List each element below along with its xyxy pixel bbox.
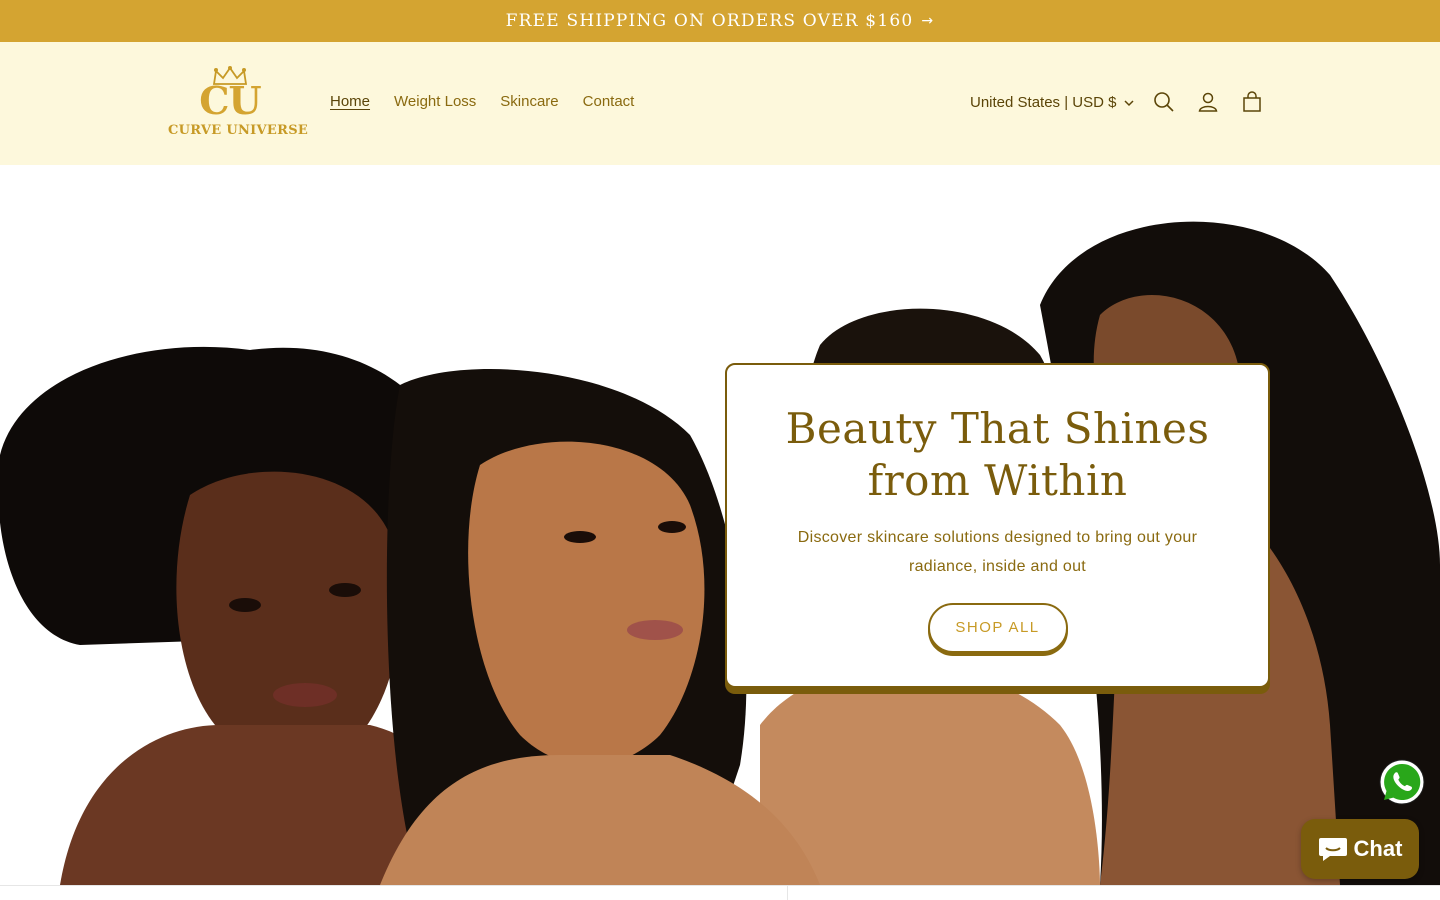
main-nav: Home Weight Loss Skincare Contact [318, 92, 646, 112]
hero-subtitle-line-1: Discover skincare solutions designed to … [797, 529, 1198, 546]
site-header: CU CURVE UNIVERSE Home Weight Loss Skinc… [0, 42, 1440, 165]
whatsapp-icon[interactable] [1378, 758, 1426, 806]
shop-all-button[interactable]: SHOP ALL [927, 603, 1068, 653]
logo-wordmark: CURVE UNIVERSE [168, 123, 309, 138]
announcement-bar[interactable]: FREE SHIPPING ON ORDERS OVER $160 → [0, 0, 1440, 42]
announcement-text: FREE SHIPPING ON ORDERS OVER $160 [505, 11, 914, 31]
logo-monogram: CU [199, 78, 261, 123]
hero-title: Beauty That Shines from Within [727, 403, 1268, 507]
hero-title-line-2: from Within [867, 456, 1128, 505]
nav-item-contact[interactable]: Contact [571, 92, 647, 112]
account-icon[interactable] [1196, 90, 1220, 114]
nav-item-weight-loss[interactable]: Weight Loss [382, 92, 488, 112]
chevron-down-icon [1124, 99, 1134, 106]
section-divider [0, 885, 1440, 900]
nav-item-skincare[interactable]: Skincare [488, 92, 570, 112]
column-divider [787, 886, 788, 900]
hero-subtitle-line-2: radiance, inside and out [908, 558, 1087, 575]
hero-subtitle: Discover skincare solutions designed to … [778, 523, 1218, 581]
arrow-right-icon: → [921, 13, 935, 29]
locale-selector[interactable]: United States | USD $ [970, 94, 1134, 111]
cart-icon[interactable] [1240, 90, 1264, 114]
logo[interactable]: CU CURVE UNIVERSE [168, 66, 309, 142]
chat-button[interactable]: Chat [1301, 819, 1419, 879]
search-icon[interactable] [1152, 90, 1176, 114]
hero-title-line-1: Beauty That Shines [785, 404, 1210, 453]
nav-item-home[interactable]: Home [318, 92, 382, 112]
hero-banner: Beauty That Shines from Within Discover … [0, 165, 1440, 885]
hero-content-box: Beauty That Shines from Within Discover … [725, 363, 1270, 688]
chat-label: Chat [1353, 836, 1403, 861]
locale-label: United States | USD $ [970, 94, 1117, 111]
chat-bubble-icon [1318, 838, 1347, 861]
